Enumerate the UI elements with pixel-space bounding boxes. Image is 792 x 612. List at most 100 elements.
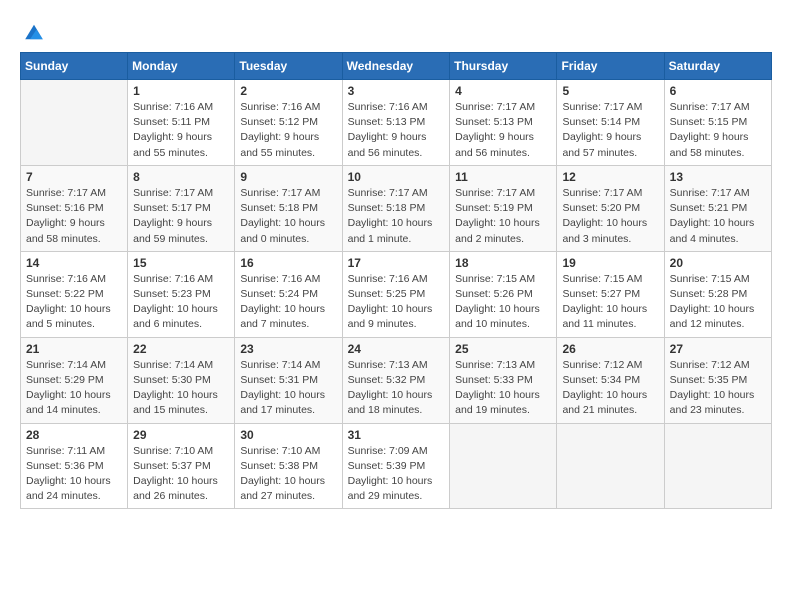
calendar-cell: 4Sunrise: 7:17 AMSunset: 5:13 PMDaylight… xyxy=(450,80,557,166)
calendar-cell: 27 Sunrise: 7:12 AMSunset: 5:35 PMDayligh… xyxy=(664,337,771,423)
calendar-cell: 1 Sunrise: 7:16 AMSunset: 5:11 PMDaylight… xyxy=(128,80,235,166)
calendar-cell: 16 Sunrise: 7:16 AMSunset: 5:24 PMDayligh… xyxy=(235,251,342,337)
day-number: 25 xyxy=(455,342,551,356)
day-info: Sunrise: 7:14 AMSunset: 5:31 PMDaylight:… xyxy=(240,358,336,419)
calendar-cell: 24Sunrise: 7:13 AMSunset: 5:32 PMDayligh… xyxy=(342,337,450,423)
day-number: 3 xyxy=(348,84,445,98)
calendar-cell xyxy=(21,80,128,166)
calendar-table: SundayMondayTuesdayWednesdayThursdayFrid… xyxy=(20,52,772,509)
calendar-header: SundayMondayTuesdayWednesdayThursdayFrid… xyxy=(21,53,772,80)
calendar-week-1: 1 Sunrise: 7:16 AMSunset: 5:11 PMDaylight… xyxy=(21,80,772,166)
day-info: Sunrise: 7:10 AMSunset: 5:37 PMDaylight:… xyxy=(133,444,229,505)
day-number: 15 xyxy=(133,256,229,270)
day-number: 5 xyxy=(562,84,658,98)
weekday-header-thursday: Thursday xyxy=(450,53,557,80)
day-info: Sunrise: 7:16 AMSunset: 5:25 PMDaylight:… xyxy=(348,272,445,333)
calendar-cell: 23 Sunrise: 7:14 AMSunset: 5:31 PMDayligh… xyxy=(235,337,342,423)
day-number: 1 xyxy=(133,84,229,98)
day-number: 4 xyxy=(455,84,551,98)
day-info: Sunrise: 7:16 AMSunset: 5:24 PMDaylight:… xyxy=(240,272,336,333)
day-number: 17 xyxy=(348,256,445,270)
calendar-cell xyxy=(664,423,771,509)
calendar-cell: 20 Sunrise: 7:15 AMSunset: 5:28 PMDayligh… xyxy=(664,251,771,337)
day-info: Sunrise: 7:17 AMSunset: 5:18 PMDaylight:… xyxy=(240,186,336,247)
day-info: Sunrise: 7:11 AMSunset: 5:36 PMDaylight:… xyxy=(26,444,122,505)
weekday-header-tuesday: Tuesday xyxy=(235,53,342,80)
day-info: Sunrise: 7:17 AMSunset: 5:16 PMDaylight:… xyxy=(26,186,122,247)
calendar-week-4: 21 Sunrise: 7:14 AMSunset: 5:29 PMDayligh… xyxy=(21,337,772,423)
day-number: 21 xyxy=(26,342,122,356)
calendar-cell: 30 Sunrise: 7:10 AMSunset: 5:38 PMDayligh… xyxy=(235,423,342,509)
day-number: 18 xyxy=(455,256,551,270)
day-number: 14 xyxy=(26,256,122,270)
day-info: Sunrise: 7:12 AMSunset: 5:35 PMDaylight:… xyxy=(670,358,766,419)
day-number: 9 xyxy=(240,170,336,184)
day-number: 19 xyxy=(562,256,658,270)
calendar-cell: 7 Sunrise: 7:17 AMSunset: 5:16 PMDaylight… xyxy=(21,165,128,251)
logo xyxy=(20,20,46,44)
day-info: Sunrise: 7:15 AMSunset: 5:28 PMDaylight:… xyxy=(670,272,766,333)
day-number: 30 xyxy=(240,428,336,442)
calendar-cell: 2Sunrise: 7:16 AMSunset: 5:12 PMDaylight… xyxy=(235,80,342,166)
calendar-cell xyxy=(450,423,557,509)
calendar-cell: 22 Sunrise: 7:14 AMSunset: 5:30 PMDayligh… xyxy=(128,337,235,423)
day-number: 31 xyxy=(348,428,445,442)
day-info: Sunrise: 7:16 AMSunset: 5:11 PMDaylight:… xyxy=(133,100,229,161)
day-info: Sunrise: 7:14 AMSunset: 5:30 PMDaylight:… xyxy=(133,358,229,419)
calendar-cell: 15 Sunrise: 7:16 AMSunset: 5:23 PMDayligh… xyxy=(128,251,235,337)
day-number: 8 xyxy=(133,170,229,184)
weekday-header-friday: Friday xyxy=(557,53,664,80)
calendar-cell: 31Sunrise: 7:09 AMSunset: 5:39 PMDayligh… xyxy=(342,423,450,509)
calendar-cell: 9 Sunrise: 7:17 AMSunset: 5:18 PMDaylight… xyxy=(235,165,342,251)
weekday-header-monday: Monday xyxy=(128,53,235,80)
day-number: 7 xyxy=(26,170,122,184)
day-info: Sunrise: 7:12 AMSunset: 5:34 PMDaylight:… xyxy=(562,358,658,419)
calendar-cell: 28Sunrise: 7:11 AMSunset: 5:36 PMDayligh… xyxy=(21,423,128,509)
calendar-cell: 12 Sunrise: 7:17 AMSunset: 5:20 PMDayligh… xyxy=(557,165,664,251)
day-info: Sunrise: 7:16 AMSunset: 5:13 PMDaylight:… xyxy=(348,100,445,161)
day-number: 6 xyxy=(670,84,766,98)
day-number: 16 xyxy=(240,256,336,270)
day-number: 20 xyxy=(670,256,766,270)
day-number: 10 xyxy=(348,170,445,184)
weekday-header-wednesday: Wednesday xyxy=(342,53,450,80)
day-info: Sunrise: 7:14 AMSunset: 5:29 PMDaylight:… xyxy=(26,358,122,419)
day-info: Sunrise: 7:15 AMSunset: 5:26 PMDaylight:… xyxy=(455,272,551,333)
day-info: Sunrise: 7:15 AMSunset: 5:27 PMDaylight:… xyxy=(562,272,658,333)
calendar-cell xyxy=(557,423,664,509)
day-number: 27 xyxy=(670,342,766,356)
day-info: Sunrise: 7:17 AMSunset: 5:21 PMDaylight:… xyxy=(670,186,766,247)
calendar-cell: 8 Sunrise: 7:17 AMSunset: 5:17 PMDaylight… xyxy=(128,165,235,251)
day-number: 12 xyxy=(562,170,658,184)
day-info: Sunrise: 7:13 AMSunset: 5:33 PMDaylight:… xyxy=(455,358,551,419)
calendar-cell: 17 Sunrise: 7:16 AMSunset: 5:25 PMDayligh… xyxy=(342,251,450,337)
day-info: Sunrise: 7:17 AMSunset: 5:15 PMDaylight:… xyxy=(670,100,766,161)
calendar-cell: 26 Sunrise: 7:12 AMSunset: 5:34 PMDayligh… xyxy=(557,337,664,423)
day-number: 23 xyxy=(240,342,336,356)
day-info: Sunrise: 7:17 AMSunset: 5:17 PMDaylight:… xyxy=(133,186,229,247)
weekday-header-saturday: Saturday xyxy=(664,53,771,80)
day-number: 29 xyxy=(133,428,229,442)
calendar-cell: 29 Sunrise: 7:10 AMSunset: 5:37 PMDayligh… xyxy=(128,423,235,509)
day-info: Sunrise: 7:13 AMSunset: 5:32 PMDaylight:… xyxy=(348,358,445,419)
day-number: 22 xyxy=(133,342,229,356)
day-info: Sunrise: 7:10 AMSunset: 5:38 PMDaylight:… xyxy=(240,444,336,505)
day-info: Sunrise: 7:17 AMSunset: 5:19 PMDaylight:… xyxy=(455,186,551,247)
day-number: 11 xyxy=(455,170,551,184)
calendar-cell: 14Sunrise: 7:16 AMSunset: 5:22 PMDayligh… xyxy=(21,251,128,337)
calendar-body: 1 Sunrise: 7:16 AMSunset: 5:11 PMDaylight… xyxy=(21,80,772,509)
calendar-cell: 5 Sunrise: 7:17 AMSunset: 5:14 PMDaylight… xyxy=(557,80,664,166)
logo-icon xyxy=(22,20,46,44)
day-info: Sunrise: 7:16 AMSunset: 5:12 PMDaylight:… xyxy=(240,100,336,161)
calendar-cell: 6 Sunrise: 7:17 AMSunset: 5:15 PMDaylight… xyxy=(664,80,771,166)
day-info: Sunrise: 7:17 AMSunset: 5:20 PMDaylight:… xyxy=(562,186,658,247)
page-header xyxy=(20,16,772,44)
day-number: 13 xyxy=(670,170,766,184)
calendar-cell: 19 Sunrise: 7:15 AMSunset: 5:27 PMDayligh… xyxy=(557,251,664,337)
calendar-cell: 11 Sunrise: 7:17 AMSunset: 5:19 PMDayligh… xyxy=(450,165,557,251)
calendar-cell: 21 Sunrise: 7:14 AMSunset: 5:29 PMDayligh… xyxy=(21,337,128,423)
day-info: Sunrise: 7:16 AMSunset: 5:23 PMDaylight:… xyxy=(133,272,229,333)
day-info: Sunrise: 7:17 AMSunset: 5:14 PMDaylight:… xyxy=(562,100,658,161)
day-number: 26 xyxy=(562,342,658,356)
calendar-week-3: 14Sunrise: 7:16 AMSunset: 5:22 PMDayligh… xyxy=(21,251,772,337)
